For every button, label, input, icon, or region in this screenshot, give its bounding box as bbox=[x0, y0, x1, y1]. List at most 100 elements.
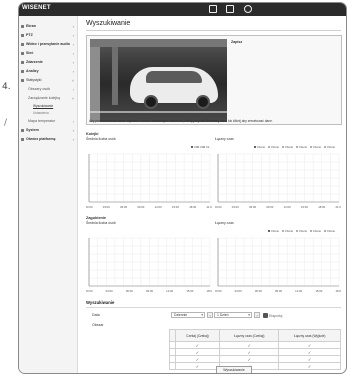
title-divider bbox=[86, 30, 341, 31]
sidebar-item-label: Zdarzenie bbox=[26, 60, 43, 64]
sidebar-item-event[interactable]: Zdarzenie › bbox=[19, 58, 77, 67]
zone-save-label[interactable]: Zapisz bbox=[231, 40, 242, 44]
x-tick-label: 06:00 bbox=[120, 205, 127, 209]
check-icon: ✓ bbox=[195, 342, 200, 348]
sidebar-item-label: Analizy bbox=[26, 69, 39, 73]
x-tick-label: 15:00 bbox=[315, 289, 322, 293]
ptz-icon bbox=[21, 34, 24, 37]
checkbox[interactable]: ✓ bbox=[219, 355, 280, 363]
checkbox[interactable]: ✓ bbox=[278, 362, 341, 370]
checkbox[interactable]: ✓ bbox=[219, 348, 280, 356]
legend-label: Obszar bbox=[285, 229, 293, 233]
camera-view-image bbox=[90, 39, 227, 122]
checkbox[interactable]: ✓ bbox=[174, 341, 221, 349]
legend-marker bbox=[254, 146, 256, 148]
checkbox[interactable]: ✓ bbox=[174, 348, 221, 356]
queue-right-chart-title: Łączny czas bbox=[215, 137, 234, 141]
monitor-icon[interactable] bbox=[209, 5, 217, 13]
x-tick-label: 03:00 bbox=[106, 289, 113, 293]
legend-label: O2 bbox=[206, 145, 210, 149]
x-tick-label: 12:00 bbox=[295, 289, 302, 293]
top-bar: WISENET bbox=[19, 3, 346, 16]
video-caption: Aby przeanalizować dane zapisane z nowo … bbox=[89, 119, 273, 123]
table-header-cell: Łączny czas (Wyjście) bbox=[278, 329, 341, 342]
date-select-value: 1 Dzień bbox=[217, 313, 229, 317]
video-panel: Zapisz bbox=[86, 35, 342, 125]
chevron-down-icon: ▾ bbox=[248, 313, 250, 317]
sidebar-item-statistics[interactable]: Statystyki ˅ bbox=[19, 76, 77, 85]
sidebar-item-system[interactable]: System › bbox=[19, 126, 77, 135]
playback-icon[interactable] bbox=[226, 5, 234, 13]
results-table: Czekaj (Czekaj) Łączny czas (Czekaj) Łąc… bbox=[169, 329, 341, 370]
checkbox[interactable]: ✓ bbox=[278, 348, 341, 356]
check-icon: ✓ bbox=[308, 363, 312, 369]
x-tick-label: 15:00 bbox=[186, 289, 193, 293]
checkbox[interactable]: ✓ bbox=[174, 355, 221, 363]
checkbox[interactable]: ✓ bbox=[278, 355, 341, 363]
x-tick-label: 06:00 bbox=[255, 289, 262, 293]
legend-marker bbox=[282, 230, 284, 232]
sidebar-item-ekran[interactable]: Ekran › bbox=[19, 22, 77, 31]
sidebar-item-label: Mapa temperatur bbox=[28, 119, 56, 123]
legend-label: Obszar bbox=[299, 145, 307, 149]
results-title: Wyszukiwanie bbox=[86, 300, 115, 305]
sidebar-item-open-platform[interactable]: Otwórz platformę › bbox=[19, 135, 77, 144]
pillar-shape bbox=[90, 39, 100, 122]
sidebar-item-queue-management[interactable]: Zarządzanie kolejką ˅ bbox=[19, 94, 77, 103]
network-icon bbox=[21, 52, 24, 55]
sidebar-item-people-areas[interactable]: Obszary osób › bbox=[19, 85, 77, 94]
page-margin-number: 4. bbox=[2, 82, 11, 92]
sidebar-item-settings[interactable]: Ustawienia bbox=[19, 110, 77, 117]
car-window-shape bbox=[146, 71, 202, 83]
page-margin-mark: / bbox=[4, 118, 8, 128]
export-label[interactable]: Eksportuj bbox=[269, 314, 282, 318]
legend-marker bbox=[191, 146, 193, 148]
x-tick-label: 03:00 bbox=[235, 289, 242, 293]
legend-label: Obszar bbox=[271, 145, 279, 149]
chevron-down-icon: ▾ bbox=[201, 313, 203, 317]
sidebar-item-heatmap[interactable]: Mapa temperatur › bbox=[19, 117, 77, 126]
legend-label: Obszar bbox=[313, 229, 321, 233]
x-tick-label: 00:00 bbox=[86, 289, 93, 293]
search-button[interactable]: Wyszukiwanie bbox=[216, 366, 252, 373]
chevron-right-icon: › bbox=[72, 137, 74, 142]
queue-people-chart: 00:00 03:00 06:00 09:00 12:00 15:00 18:00 21:00… bbox=[86, 142, 212, 212]
sidebar-item-search[interactable]: Wyszukiwanie bbox=[19, 103, 77, 110]
chevron-right-icon: › bbox=[72, 119, 74, 124]
x-tick-label: 09:00 bbox=[146, 289, 153, 293]
check-icon: ✓ bbox=[195, 349, 200, 355]
checkbox[interactable]: ✓ bbox=[174, 362, 221, 370]
next-date-button[interactable]: › bbox=[254, 312, 260, 318]
legend-label: Obszar bbox=[313, 145, 321, 149]
x-tick-label: 21:00 bbox=[207, 205, 213, 209]
checkbox[interactable]: ✓ bbox=[278, 341, 341, 349]
sidebar-item-network[interactable]: Sieć › bbox=[19, 49, 77, 58]
sidebar-item-ptz[interactable]: PTZ › bbox=[19, 31, 77, 40]
prev-date-button[interactable]: ‹ bbox=[207, 312, 213, 318]
legend-marker bbox=[310, 146, 312, 148]
x-tick-label: 15:00 bbox=[301, 205, 308, 209]
x-tick-label: 09:00 bbox=[266, 205, 273, 209]
page-title: Wyszukiwanie bbox=[86, 20, 131, 27]
legend-label: Obszar bbox=[285, 145, 293, 149]
checkbox[interactable]: ✓ bbox=[219, 341, 280, 349]
chevron-right-icon: › bbox=[72, 128, 74, 133]
sidebar-item-analytics[interactable]: Analizy › bbox=[19, 67, 77, 76]
sidebar-item-video-audio[interactable]: Wideo i przesyłanie audio › bbox=[19, 40, 77, 49]
x-tick-label: 15:00 bbox=[172, 205, 179, 209]
legend-marker bbox=[296, 230, 298, 232]
chevron-down-icon: ˅ bbox=[71, 78, 74, 83]
legend-label: Obszar bbox=[327, 229, 335, 233]
x-tick-label: 06:00 bbox=[249, 205, 256, 209]
legend-marker bbox=[324, 146, 326, 148]
settings-gear-icon[interactable] bbox=[244, 5, 252, 13]
date-select[interactable]: 1 Dzień ▾ bbox=[214, 312, 252, 318]
legend-marker bbox=[197, 146, 199, 148]
wait-left-chart-title: Średnia liczba osób bbox=[86, 221, 116, 225]
x-tick-label: 00:00 bbox=[86, 205, 93, 209]
event-icon bbox=[21, 61, 24, 64]
x-tick-label: 03:00 bbox=[103, 205, 110, 209]
sidebar-item-label: Wideo i przesyłanie audio bbox=[26, 42, 70, 46]
export-icon[interactable] bbox=[263, 313, 268, 318]
period-select[interactable]: Dziennie ▾ bbox=[171, 312, 205, 318]
